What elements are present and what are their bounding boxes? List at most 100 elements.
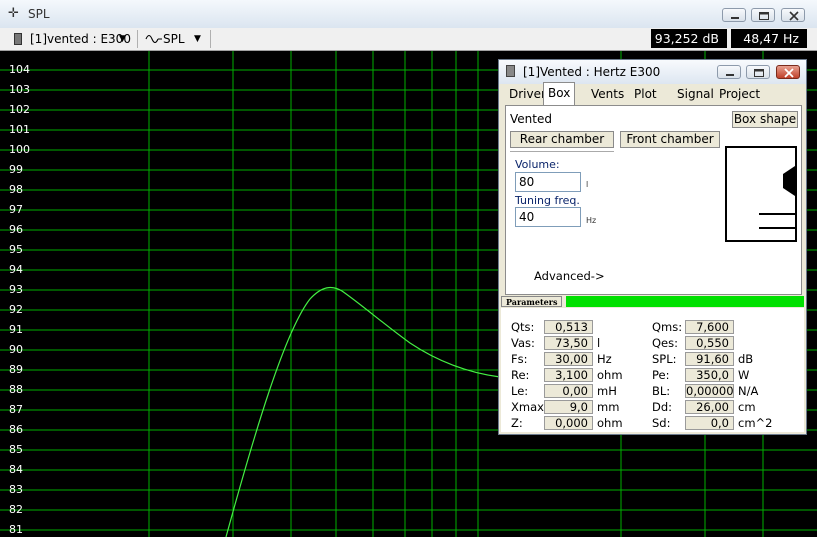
dialog-close-button[interactable] [776, 65, 800, 79]
y-tick-label: 86 [9, 423, 23, 436]
rear-chamber-button[interactable]: Rear chamber [510, 131, 614, 148]
y-tick-label: 98 [9, 183, 23, 196]
front-chamber-button[interactable]: Front chamber [620, 131, 720, 148]
param-value: 0,00 [544, 384, 593, 398]
project-select[interactable]: [1]vented : E300 [30, 31, 131, 47]
y-tick-label: 93 [9, 283, 23, 296]
param-unit: dB [738, 352, 754, 366]
param-value: 0,0 [685, 416, 734, 430]
y-tick-label: 85 [9, 443, 23, 456]
toolbar-separator [137, 30, 138, 48]
y-tick-label: 87 [9, 403, 23, 416]
spl-curve [225, 286, 501, 537]
param-label: Z: [511, 416, 523, 430]
chevron-down-icon[interactable]: ▼ [194, 31, 201, 47]
parameters-header: Parameters [501, 296, 804, 307]
parameters-tab[interactable]: Parameters [501, 296, 563, 307]
box-dialog: [1]Vented : Hertz E300 Driver Box Vents … [498, 59, 807, 435]
y-tick-label: 84 [9, 463, 23, 476]
param-value: 73,50 [544, 336, 593, 350]
tab-vents[interactable]: Vents [587, 84, 628, 104]
param-label: Dd: [652, 400, 673, 414]
y-tick-label: 90 [9, 343, 23, 356]
param-value: 9,0 [544, 400, 593, 414]
volume-field[interactable]: 80 [515, 172, 581, 192]
param-label: Re: [511, 368, 530, 382]
param-unit: N/A [738, 384, 759, 398]
tab-box[interactable]: Box [543, 82, 576, 107]
close-icon [784, 68, 794, 78]
y-tick-label: 95 [9, 243, 23, 256]
window-titlebar: ✛ SPL [0, 0, 817, 29]
y-tick-label: 100 [9, 143, 30, 156]
param-unit: W [738, 368, 750, 382]
box-shape-button[interactable]: Box shape [732, 111, 798, 128]
minimize-icon [726, 74, 734, 76]
param-unit: mH [597, 384, 617, 398]
box-panel: Vented Box shape Rear chamber Front cham… [505, 105, 802, 295]
param-value: 0,513 [544, 320, 593, 334]
speaker-box-icon [759, 166, 795, 229]
maximize-button[interactable] [751, 8, 775, 22]
tab-plot[interactable]: Plot [630, 84, 661, 104]
dialog-titlebar: [1]Vented : Hertz E300 [499, 60, 806, 84]
crosshair-icon: ✛ [8, 6, 19, 21]
minimize-icon [731, 17, 739, 19]
box-type-label: Vented [510, 112, 552, 126]
tuning-label: Tuning freq. [515, 194, 580, 207]
param-value: 3,100 [544, 368, 593, 382]
param-unit: cm [738, 400, 756, 414]
sine-wave-icon [145, 31, 163, 47]
param-label: Qts: [511, 320, 535, 334]
param-unit: cm^2 [738, 416, 773, 430]
view-select[interactable]: SPL [163, 31, 185, 47]
dialog-title: [1]Vented : Hertz E300 [523, 65, 661, 79]
y-tick-label: 83 [9, 483, 23, 496]
y-tick-label: 99 [9, 163, 23, 176]
volume-unit: l [586, 180, 589, 189]
tab-project[interactable]: Project [715, 84, 764, 104]
param-label: Sd: [652, 416, 671, 430]
param-value: 91,60 [685, 352, 734, 366]
speaker-icon [14, 33, 22, 45]
maximize-icon [759, 12, 769, 20]
parameters-panel: Qts: 0,513 Vas: 73,50 l Fs: 30,00 Hz Re: 3,100 ohm… [501, 308, 804, 432]
param-unit: l [597, 336, 601, 350]
param-value: 0,000 [544, 416, 593, 430]
toolbar: [1]vented : E300 ▼ SPL ▼ 93,252 dB 48,47… [0, 28, 817, 51]
close-button[interactable] [781, 8, 805, 22]
param-label: Vas: [511, 336, 535, 350]
window-title: SPL [28, 7, 50, 21]
y-tick-label: 88 [9, 383, 23, 396]
param-value: 0,550 [685, 336, 734, 350]
param-label: Le: [511, 384, 529, 398]
dialog-minimize-button[interactable] [717, 65, 741, 79]
param-unit: Hz [597, 352, 612, 366]
y-tick-label: 89 [9, 363, 23, 376]
y-tick-label: 94 [9, 263, 23, 276]
y-tick-label: 97 [9, 203, 23, 216]
param-unit: ohm [597, 416, 623, 430]
param-value: 0,00000 [685, 384, 734, 398]
advanced-button[interactable]: Advanced-> [534, 269, 605, 283]
speaker-icon [506, 65, 515, 77]
tuning-unit: Hz [586, 216, 597, 225]
tab-signal[interactable]: Signal [673, 84, 718, 104]
param-label: Qes: [652, 336, 678, 350]
y-tick-label: 91 [9, 323, 23, 336]
param-unit: mm [597, 400, 620, 414]
param-label: Pe: [652, 368, 670, 382]
chevron-down-icon[interactable]: ▼ [119, 31, 126, 47]
toolbar-separator [210, 30, 211, 48]
param-unit: ohm [597, 368, 623, 382]
param-value: 350,0 [685, 368, 734, 382]
dialog-maximize-button[interactable] [746, 65, 770, 79]
tuning-field[interactable]: 40 [515, 207, 581, 227]
y-tick-label: 102 [9, 103, 30, 116]
param-label: BL: [652, 384, 671, 398]
param-value: 7,600 [685, 320, 734, 334]
y-tick-label: 96 [9, 223, 23, 236]
param-label: Qms: [652, 320, 683, 334]
minimize-button[interactable] [722, 8, 746, 22]
hz-readout: 48,47 Hz [731, 29, 807, 48]
